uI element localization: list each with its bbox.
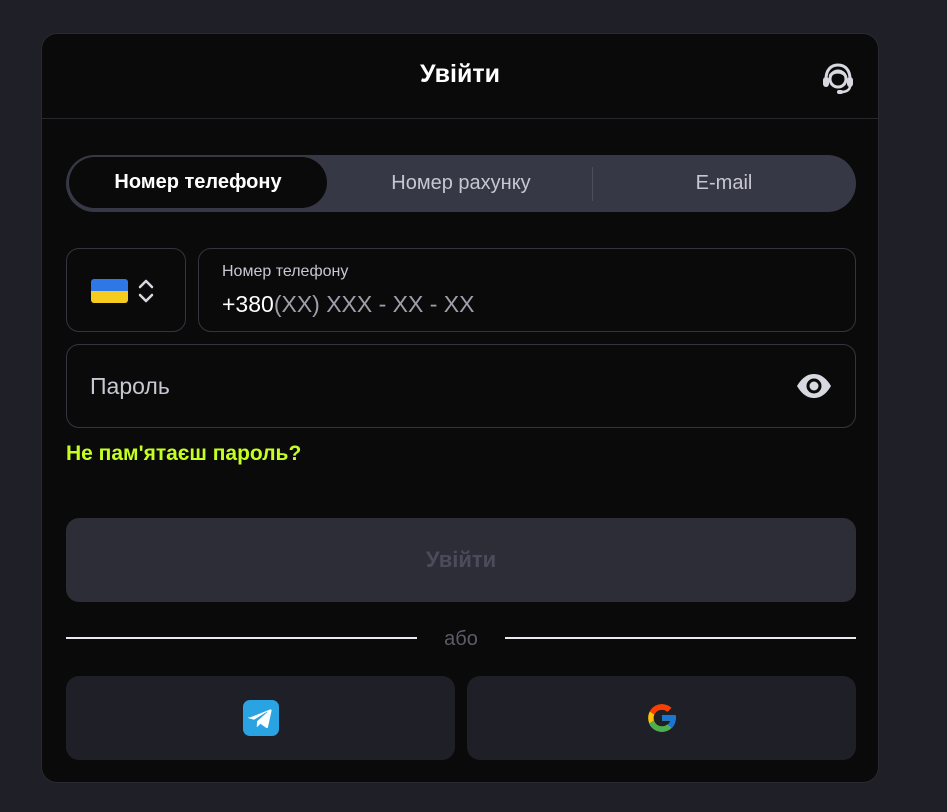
password-placeholder: Пароль <box>90 373 170 399</box>
tab-phone-number[interactable]: Номер телефону <box>69 157 327 208</box>
divider-line-right <box>505 637 856 639</box>
phone-number-input[interactable]: Номер телефону +380(XX) XXX - XX - XX <box>198 248 856 332</box>
telegram-icon <box>242 700 279 736</box>
headset-icon <box>823 63 853 94</box>
google-icon <box>647 704 677 732</box>
eye-icon[interactable] <box>795 371 833 401</box>
forgot-password-link[interactable]: Не пам'ятаєш пароль? <box>66 442 301 466</box>
divider-line-left <box>66 637 417 639</box>
login-submit-button[interactable]: Увійти <box>66 518 856 602</box>
tab-email[interactable]: E-mail <box>593 155 855 212</box>
ukraine-flag-icon <box>91 279 128 303</box>
login-modal: Увійти Номер телефону Номер рахунку E-ma… <box>41 33 879 783</box>
phone-number-value: +380(XX) XXX - XX - XX <box>222 291 474 318</box>
divider-text: або <box>444 628 478 650</box>
modal-title: Увійти <box>420 60 500 88</box>
phone-prefix: +380 <box>222 291 274 317</box>
chevron-up-down-icon <box>138 279 154 303</box>
google-login-button[interactable] <box>467 676 856 760</box>
modal-header: Увійти <box>42 34 878 119</box>
support-button[interactable] <box>819 59 857 97</box>
country-code-selector[interactable] <box>66 248 186 332</box>
tab-account-number[interactable]: Номер рахунку <box>330 155 592 212</box>
password-input[interactable]: Пароль <box>66 344 856 428</box>
telegram-login-button[interactable] <box>66 676 455 760</box>
phone-number-label: Номер телефону <box>222 263 349 280</box>
phone-mask: (XX) XXX - XX - XX <box>273 291 475 317</box>
login-method-tabs: Номер телефону Номер рахунку E-mail <box>66 155 856 212</box>
